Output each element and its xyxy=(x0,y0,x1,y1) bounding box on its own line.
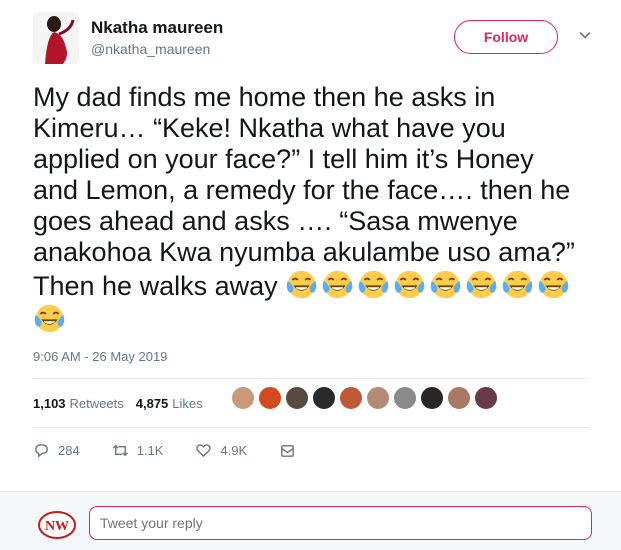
liker-avatar[interactable] xyxy=(258,386,282,410)
liker-avatar[interactable] xyxy=(285,386,309,410)
tears-of-joy-emoji-icon xyxy=(465,268,498,301)
author-avatar[interactable] xyxy=(33,12,79,64)
tears-of-joy-emoji-icon xyxy=(429,268,462,301)
liker-avatar[interactable] xyxy=(231,386,255,410)
engagement-stats: 1,103 Retweets 4,875 Likes xyxy=(33,396,203,411)
tears-of-joy-emoji-icon xyxy=(501,268,534,301)
tweet-actions: 284 1.1K 4.9K xyxy=(33,442,328,459)
liker-avatar[interactable] xyxy=(366,386,390,410)
message-action[interactable] xyxy=(279,442,296,459)
tweet-line: My dad finds me home then he asks in xyxy=(33,82,496,112)
retweet-icon xyxy=(112,444,128,457)
like-stat[interactable]: 4,875 Likes xyxy=(136,396,203,411)
tears-of-joy-emoji-icon xyxy=(285,268,318,301)
like-action[interactable]: 4.9K xyxy=(195,442,247,459)
tears-of-joy-emoji-icon xyxy=(357,268,390,301)
liker-avatar[interactable] xyxy=(339,386,363,410)
chevron-down-icon[interactable] xyxy=(578,28,592,42)
liker-avatars xyxy=(231,386,498,410)
tweet-line: Kimeru… “Keke! Nkatha what have you xyxy=(33,113,506,143)
tweet-line-emoji-only xyxy=(33,302,608,336)
retweet-count: 1.1K xyxy=(136,443,164,458)
tweet-line: Then he walks away xyxy=(33,271,278,301)
tears-of-joy-emoji-icon xyxy=(33,302,66,335)
envelope-icon xyxy=(281,445,295,457)
tweet-timestamp[interactable]: 9:06 AM - 26 May 2019 xyxy=(33,349,167,364)
retweet-stat[interactable]: 1,103 Retweets xyxy=(33,396,124,411)
liker-avatar[interactable] xyxy=(474,386,498,410)
tweet-line: goes ahead and asks …. “Sasa mwenye xyxy=(33,206,518,236)
author-handle[interactable]: @nkatha_maureen xyxy=(91,41,210,57)
like-count: 4,875 xyxy=(135,396,169,411)
liker-avatar[interactable] xyxy=(420,386,444,410)
tweet-line: and Lemon, a remedy for the face…. then … xyxy=(33,175,571,205)
tweet-text: My dad finds me home then he asks in Kim… xyxy=(33,82,608,336)
reply-icon xyxy=(35,444,48,458)
like-stat-label: Likes xyxy=(172,396,203,411)
user-logo-icon[interactable]: NW xyxy=(38,511,76,539)
like-count-action: 4.9K xyxy=(220,443,248,458)
retweet-stat-label: Retweets xyxy=(69,396,124,411)
follow-button[interactable]: Follow xyxy=(454,20,558,54)
tweet-line-with-emoji: Then he walks away xyxy=(33,268,608,302)
emoji-row xyxy=(285,268,570,301)
liker-avatar[interactable] xyxy=(447,386,471,410)
retweet-count: 1,103 xyxy=(33,396,66,411)
divider xyxy=(33,427,589,428)
liker-avatar[interactable] xyxy=(393,386,417,410)
reply-action[interactable]: 284 xyxy=(33,442,80,459)
tears-of-joy-emoji-icon xyxy=(537,268,570,301)
tweet-line: anakohoa Kwa nyumba akulambe uso ama?” xyxy=(33,237,575,267)
reply-input[interactable] xyxy=(89,506,592,540)
reply-count: 284 xyxy=(58,443,80,458)
author-name[interactable]: Nkatha maureen xyxy=(91,18,223,38)
divider xyxy=(33,378,589,379)
retweet-action[interactable]: 1.1K xyxy=(112,442,164,459)
emoji-row xyxy=(33,302,66,335)
liker-avatar[interactable] xyxy=(312,386,336,410)
logo-text: NW xyxy=(45,519,69,534)
heart-icon xyxy=(196,444,212,458)
tears-of-joy-emoji-icon xyxy=(321,268,354,301)
tweet-line: applied on your face?” I tell him it’s H… xyxy=(33,144,534,174)
tears-of-joy-emoji-icon xyxy=(393,268,426,301)
